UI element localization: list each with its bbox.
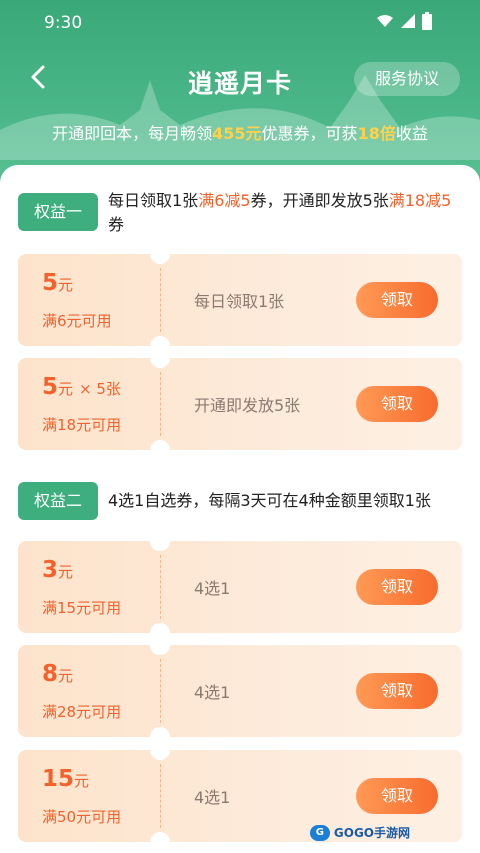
subtitle-amount: 455元 [212, 124, 262, 143]
service-agreement-button[interactable]: 服务协议 [354, 62, 460, 96]
benefit1-tag: 权益一 [18, 193, 98, 231]
coupon-card: 5元 × 5张 满18元可用 开通即发放5张 领取 [18, 348, 462, 460]
coupon-divider [160, 268, 161, 332]
coupon-amount-value: 8 [42, 661, 59, 687]
coupon-amount-unit: 元 [58, 380, 74, 398]
subtitle-post: 收益 [395, 124, 428, 143]
coupon-divider [160, 764, 161, 828]
coupon-amount: 15元 [42, 766, 89, 792]
watermark-text: GOGO手游网 [333, 826, 410, 840]
benefit2-tag: 权益二 [18, 482, 98, 520]
watermark: G GOGO手游网 [309, 824, 410, 841]
coupon-condition: 满18元可用 [42, 416, 122, 434]
watermark-logo-icon: G [309, 824, 330, 841]
claim-button[interactable]: 领取 [356, 282, 438, 318]
benefit1-desc-e: 券 [108, 215, 125, 234]
coupon-amount-value: 5 [42, 270, 59, 296]
benefit1-desc-b: 满6减5 [198, 191, 251, 210]
status-icons [376, 12, 432, 30]
coupon-divider [160, 555, 161, 619]
coupon-info: 4选1 [194, 788, 231, 807]
coupon-multiplier: × 5张 [79, 380, 121, 398]
claim-button[interactable]: 领取 [356, 386, 438, 422]
claim-button[interactable]: 领取 [356, 673, 438, 709]
coupon-amount-value: 15 [42, 766, 75, 792]
coupon-info: 4选1 [194, 579, 231, 598]
wifi-icon [377, 15, 393, 27]
benefit2-desc: 4选1自选券，每隔3天可在4种金额里领取1张 [108, 491, 431, 510]
subtitle-mid: 优惠券，可获 [261, 124, 358, 143]
content-panel: 权益一 每日领取1张满6减5券，开通即发放5张满18减5券 5元 满6元可用 每… [0, 165, 480, 853]
subtitle: 开通即回本，每月畅领455元优惠券，可获18倍收益 [0, 120, 480, 144]
coupon-divider [160, 372, 161, 436]
coupon-card: 5元 满6元可用 每日领取1张 领取 [18, 244, 462, 356]
coupon-info: 开通即发放5张 [194, 396, 301, 415]
coupon-amount-unit: 元 [58, 563, 74, 581]
coupon-amount: 8元 [42, 661, 73, 687]
benefit1-desc-d: 满18减5 [388, 191, 452, 210]
claim-button[interactable]: 领取 [356, 569, 438, 605]
battery-icon [422, 12, 432, 30]
coupon-info: 每日领取1张 [194, 292, 285, 311]
claim-button[interactable]: 领取 [356, 778, 438, 814]
benefit1-desc: 每日领取1张满6减5券，开通即发放5张满18减5 券 [108, 189, 458, 237]
benefit1-desc-c: 券，开通即发放5张 [250, 191, 389, 210]
subtitle-pre: 开通即回本，每月畅领 [52, 124, 213, 143]
benefit1-desc-a: 每日领取1张 [108, 191, 199, 210]
coupon-info: 4选1 [194, 683, 231, 702]
coupon-amount-value: 5 [42, 374, 59, 400]
coupon-amount-unit: 元 [58, 276, 74, 294]
coupon-divider [160, 659, 161, 723]
coupon-condition: 满6元可用 [42, 312, 112, 330]
coupon-condition: 满50元可用 [42, 808, 122, 826]
status-bar: 9:30 [0, 0, 480, 44]
coupon-amount-unit: 元 [74, 772, 90, 790]
coupon-amount: 5元 [42, 270, 79, 296]
coupon-condition: 满15元可用 [42, 599, 122, 617]
coupon-amount-unit: 元 [58, 667, 74, 685]
coupon-amount-value: 3 [42, 557, 59, 583]
status-time: 9:30 [44, 13, 83, 33]
subtitle-multiple: 18倍 [357, 124, 396, 143]
signal-icon [401, 14, 415, 28]
coupon-amount: 5元 × 5张 [42, 374, 121, 400]
coupon-condition: 满28元可用 [42, 703, 122, 721]
coupon-card: 8元 满28元可用 4选1 领取 [18, 635, 462, 747]
coupon-amount: 3元 [42, 557, 73, 583]
coupon-card: 3元 满15元可用 4选1 领取 [18, 531, 462, 643]
